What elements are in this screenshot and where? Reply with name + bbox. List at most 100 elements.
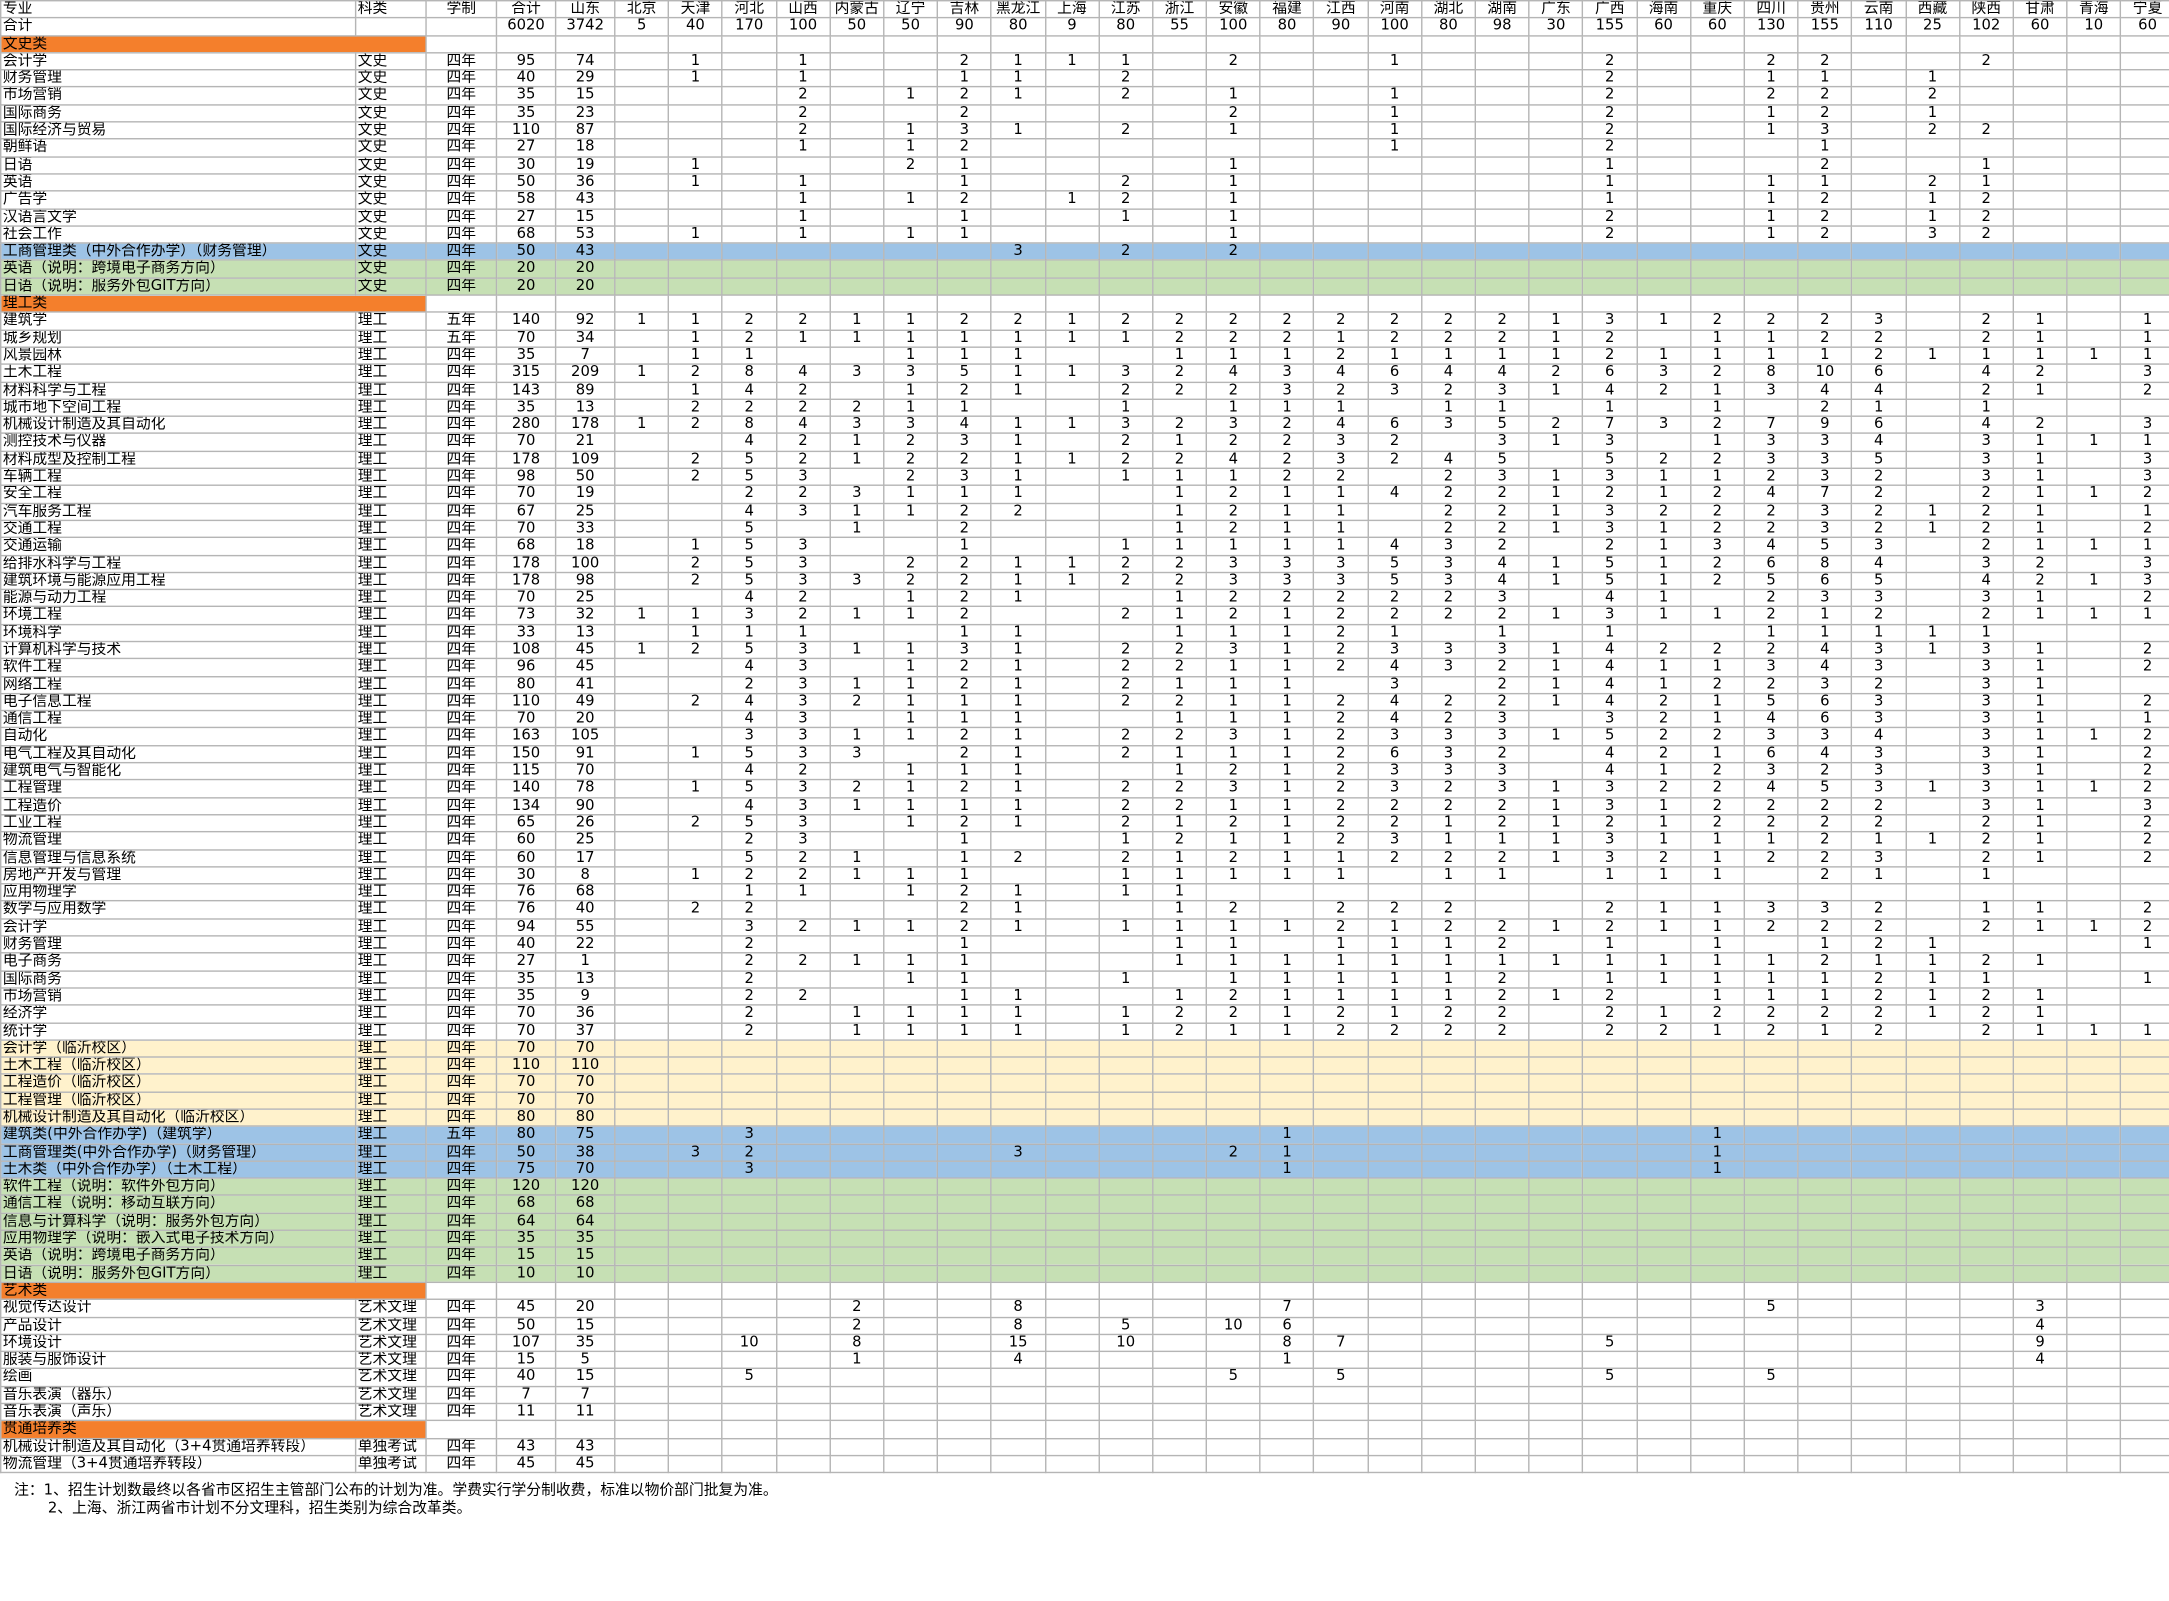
plan-count: 合计 — [495, 0, 557, 19]
plan-count: 2 — [1689, 519, 1745, 539]
plan-count — [614, 1194, 670, 1214]
duration: 四年 — [425, 138, 498, 158]
plan-count — [1313, 1454, 1369, 1474]
plan-count — [1044, 1073, 1100, 1093]
plan-count: 2 — [775, 103, 831, 123]
plan-count — [775, 1264, 831, 1284]
major-name: 土木工程（临沂校区） — [0, 1056, 357, 1076]
plan-count: 1 — [882, 380, 939, 400]
plan-count: 1 — [1528, 311, 1584, 331]
major-name: 工程管理 — [0, 779, 357, 799]
subject-type: 理工 — [354, 588, 427, 608]
plan-count — [829, 1160, 885, 1180]
plan-count: 2 — [1151, 1021, 1208, 1041]
plan-count — [1151, 1160, 1208, 1180]
plan-count — [1958, 1212, 2014, 1232]
plan-count: 5 — [721, 519, 777, 539]
plan-count — [1851, 1160, 1907, 1180]
cell — [1313, 1281, 1369, 1301]
plan-count: 1 — [1313, 848, 1369, 868]
plan-count — [2066, 1125, 2122, 1145]
plan-count — [1474, 1385, 1530, 1405]
plan-count: 3 — [1958, 727, 2014, 747]
plan-count: 9 — [1044, 17, 1100, 37]
plan-count — [667, 1264, 724, 1284]
plan-count — [829, 103, 885, 123]
table-row: 会计学 文史 四年 95 74 1 1 2 1 1 1 2 1 2 2 2 2 — [0, 51, 2169, 71]
plan-count — [775, 1368, 831, 1387]
plan-count: 1 — [1689, 658, 1745, 677]
plan-count — [1528, 536, 1584, 556]
plan-count — [614, 1056, 670, 1076]
cell — [721, 1420, 777, 1439]
plan-count — [1313, 138, 1369, 158]
plan-count — [614, 692, 670, 712]
duration: 四年 — [425, 1385, 498, 1405]
plan-count — [1044, 813, 1100, 833]
plan-count — [775, 935, 831, 954]
plan-count: 陕西 — [1958, 0, 2014, 19]
plan-count — [1904, 51, 1961, 71]
plan-count — [1528, 969, 1584, 989]
cell — [1958, 34, 2014, 54]
subject-type: 艺术文理 — [354, 1385, 427, 1405]
plan-count — [990, 138, 1046, 158]
plan-count — [1259, 1229, 1315, 1249]
plan-count: 1 — [2066, 727, 2122, 747]
plan-count: 4 — [1851, 727, 1907, 747]
plan-count — [775, 1194, 831, 1214]
plan-count: 1 — [1420, 813, 1477, 833]
plan-count: 2 — [2119, 900, 2169, 920]
plan-count: 2 — [1098, 571, 1154, 591]
plan-count: 3 — [1420, 744, 1477, 764]
major-name: 材料科学与工程 — [0, 380, 357, 400]
plan-count — [1528, 1177, 1584, 1197]
plan-count — [667, 969, 724, 989]
plan-count — [990, 259, 1046, 279]
plan-count: 40 — [667, 17, 724, 37]
plan-count: 2 — [2012, 554, 2068, 573]
plan-count: 2 — [1958, 51, 2014, 71]
plan-count: 3 — [1313, 554, 1369, 573]
plan-count: 3 — [1958, 432, 2014, 452]
plan-count: 2 — [1635, 450, 1692, 470]
plan-count: 1 — [882, 640, 939, 660]
plan-count: 4 — [1851, 554, 1907, 573]
note-line-2: 2、上海、浙江两省市计划不分文理科，招生类别为综合改革类。 — [47, 1500, 472, 1518]
table-row: 日语 文史 四年 30 19 1 2 1 1 1 2 1 — [0, 155, 2169, 175]
plan-count: 4 — [1367, 484, 1423, 504]
plan-count: 3 — [1367, 831, 1423, 851]
cell — [1044, 294, 1100, 314]
plan-count: 75 — [495, 1160, 557, 1180]
plan-count: 2 — [1098, 796, 1154, 816]
plan-count — [1151, 1437, 1208, 1457]
plan-count — [614, 1229, 670, 1249]
plan-count: 2 — [1205, 502, 1261, 521]
plan-count: 3 — [775, 571, 831, 591]
plan-count: 5 — [1474, 450, 1530, 470]
plan-count — [2066, 640, 2122, 660]
plan-count: 四川 — [1743, 0, 1799, 19]
plan-count: 3 — [1259, 363, 1315, 383]
plan-count: 1 — [1420, 346, 1477, 366]
plan-count: 1 — [1205, 155, 1261, 175]
cell — [882, 294, 939, 314]
plan-count: 1 — [1044, 51, 1100, 71]
plan-count: 3 — [1958, 658, 2014, 677]
plan-count: 2 — [1420, 606, 1477, 625]
plan-count — [1044, 1333, 1100, 1353]
plan-count — [936, 1160, 992, 1180]
plan-count — [829, 467, 885, 487]
plan-count — [2066, 450, 2122, 470]
plan-count: 1 — [990, 710, 1046, 729]
plan-count — [1904, 796, 1961, 816]
plan-count: 1 — [1259, 987, 1315, 1006]
plan-count — [1851, 883, 1907, 903]
plan-count: 3 — [1205, 727, 1261, 747]
plan-count: 1 — [1259, 1004, 1315, 1024]
subject-type: 理工 — [354, 1177, 427, 1197]
plan-count — [882, 519, 939, 539]
plan-count — [882, 207, 939, 227]
cell — [775, 294, 831, 314]
plan-count: 2 — [1098, 311, 1154, 331]
